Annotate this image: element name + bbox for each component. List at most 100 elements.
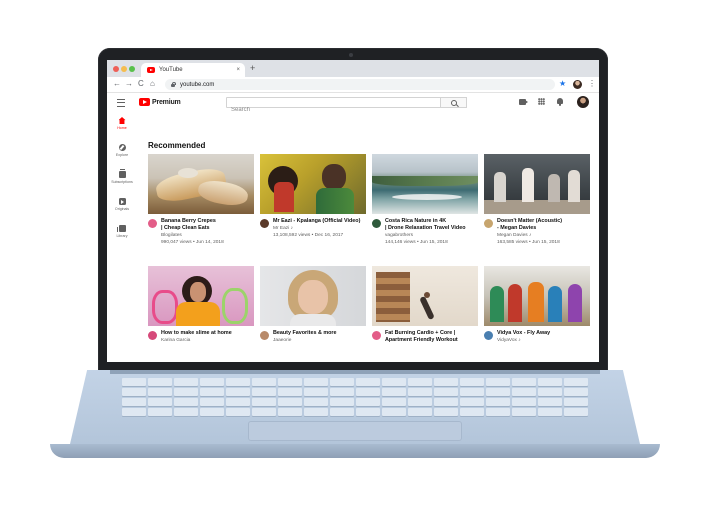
video-card[interactable]: Banana Berry Crepes | Cheap Clean Eats Bl… [148,154,254,245]
channel-name[interactable]: Jaaeorie [273,338,291,344]
window-close-button[interactable] [113,66,119,72]
search-icon [451,99,457,106]
channel-avatar[interactable] [260,331,269,340]
video-title[interactable]: Banana Berry Crepes | Cheap Clean Eats [161,218,255,232]
video-title[interactable]: Doesn't Matter (Acoustic) - Megan Davies [497,218,591,232]
sidebar-item-label: Home [117,126,127,130]
browser-menu-icon[interactable]: ⋮ [588,79,596,89]
notifications-bell-icon[interactable] [557,98,563,106]
sidebar-item-label: Library [116,234,128,238]
video-meta: 990,047 views • Jun 14, 2018 [161,240,224,245]
browser-toolbar: ← → C ⌂ youtube.com ★ ⋮ [107,77,599,93]
account-avatar[interactable] [577,96,589,108]
subscriptions-icon [118,169,126,178]
youtube-sidebar: Home Explore Subscriptions Originals Lib… [107,113,137,362]
video-thumbnail[interactable] [372,154,478,214]
sidebar-item-explore[interactable]: Explore [107,144,137,158]
originals-icon [118,198,126,205]
video-title[interactable]: How to make slime at home [161,330,255,337]
video-thumbnail[interactable] [484,154,590,214]
video-meta: 144,146 views • Jun 15, 2018 [385,240,448,245]
channel-avatar[interactable] [148,219,157,228]
laptop-screen: YouTube × + ← → C ⌂ youtube.com ★ ⋮ Prem… [107,60,599,362]
video-thumbnail[interactable] [372,266,478,326]
section-title: Recommended [148,141,206,150]
video-card[interactable]: Beauty Favorites & more Jaaeorie [260,266,366,343]
menu-hamburger-icon[interactable] [117,99,125,107]
video-title[interactable]: Mr Eazi - Kpalanga (Official Video) [273,218,367,225]
browser-tabstrip: YouTube × + [107,60,599,77]
home-icon [118,117,126,124]
channel-avatar[interactable] [260,219,269,228]
video-card[interactable]: Fat Burning Cardio + Core | Apartment Fri… [372,266,478,343]
video-thumbnail[interactable] [260,266,366,326]
channel-name[interactable]: Blogilates [161,233,182,239]
trackpad [248,421,462,441]
bookmark-star-icon[interactable]: ★ [559,79,566,89]
channel-avatar[interactable] [484,219,493,228]
video-thumbnail[interactable] [148,266,254,326]
compass-icon [118,144,126,151]
youtube-premium-wordmark[interactable]: Premium [152,98,181,107]
new-tab-button[interactable]: + [250,63,255,74]
search-box [226,97,441,115]
browser-tab-youtube[interactable]: YouTube × [141,63,245,77]
home-nav-icon[interactable]: ⌂ [150,79,155,89]
video-title[interactable]: Beauty Favorites & more [273,330,367,337]
back-icon[interactable]: ← [113,79,121,89]
channel-name[interactable]: Karina Garcia [161,338,190,344]
video-thumbnail[interactable] [484,266,590,326]
window-maximize-button[interactable] [129,66,135,72]
video-title[interactable]: Fat Burning Cardio + Core | Apartment Fri… [385,330,479,344]
keyboard [122,378,588,418]
lock-icon [171,81,176,87]
youtube-header: Premium [107,93,599,115]
laptop-front-edge [50,444,660,458]
laptop-hinge [110,370,600,374]
video-title[interactable]: Vidya Vox - Fly Away [497,330,591,337]
video-title[interactable]: Costa Rica Nature in 4K | Drone Relaxatio… [385,218,479,232]
channel-avatar[interactable] [372,331,381,340]
browser-profile-avatar[interactable] [573,80,582,89]
video-meta: 163,585 views • Jun 15, 2018 [497,240,560,245]
reload-icon[interactable]: C [138,79,144,89]
youtube-favicon-icon [147,67,155,73]
sidebar-item-subscriptions[interactable]: Subscriptions [107,169,137,185]
sidebar-item-label: Subscriptions [111,180,133,184]
video-thumbnail[interactable] [148,154,254,214]
sidebar-item-home[interactable]: Home [107,117,137,131]
tab-title: YouTube [159,67,183,73]
video-card[interactable]: Vidya Vox - Fly Away VidyaVox ♪ [484,266,590,343]
channel-avatar[interactable] [372,219,381,228]
video-card[interactable]: Mr Eazi - Kpalanga (Official Video) Mr E… [260,154,366,238]
sidebar-item-label: Originals [114,207,130,211]
channel-name[interactable]: vagabrothers [385,233,413,239]
channel-name[interactable]: Mr Eazi ♪ [273,226,293,232]
youtube-logo-icon[interactable] [139,98,150,106]
sidebar-item-originals[interactable]: Originals [107,198,137,212]
channel-avatar[interactable] [484,331,493,340]
address-bar[interactable]: youtube.com [165,79,555,90]
search-input[interactable] [227,105,431,115]
tab-close-icon[interactable]: × [236,67,240,73]
channel-name[interactable]: Megan Davies ♪ [497,233,531,239]
sidebar-item-library[interactable]: Library [107,225,137,239]
channel-avatar[interactable] [148,331,157,340]
video-thumbnail[interactable] [260,154,366,214]
laptop-lid: YouTube × + ← → C ⌂ youtube.com ★ ⋮ Prem… [98,48,608,374]
address-url[interactable]: youtube.com [180,82,214,88]
create-video-icon[interactable] [519,99,528,105]
video-meta: 13,108,592 views • Dec 16, 2017 [273,233,344,238]
apps-grid-icon[interactable] [538,98,545,105]
video-card[interactable]: Costa Rica Nature in 4K | Drone Relaxatio… [372,154,478,245]
video-card[interactable]: Doesn't Matter (Acoustic) - Megan Davies … [484,154,590,245]
channel-name[interactable]: VidyaVox ♪ [497,338,521,344]
sidebar-item-label: Explore [115,153,129,157]
window-minimize-button[interactable] [121,66,127,72]
forward-icon[interactable]: → [125,79,133,89]
video-card[interactable]: How to make slime at home Karina Garcia [148,266,254,343]
laptop-base [50,370,660,465]
search-button[interactable] [440,97,467,108]
library-icon [117,225,126,232]
webcam [349,53,353,57]
